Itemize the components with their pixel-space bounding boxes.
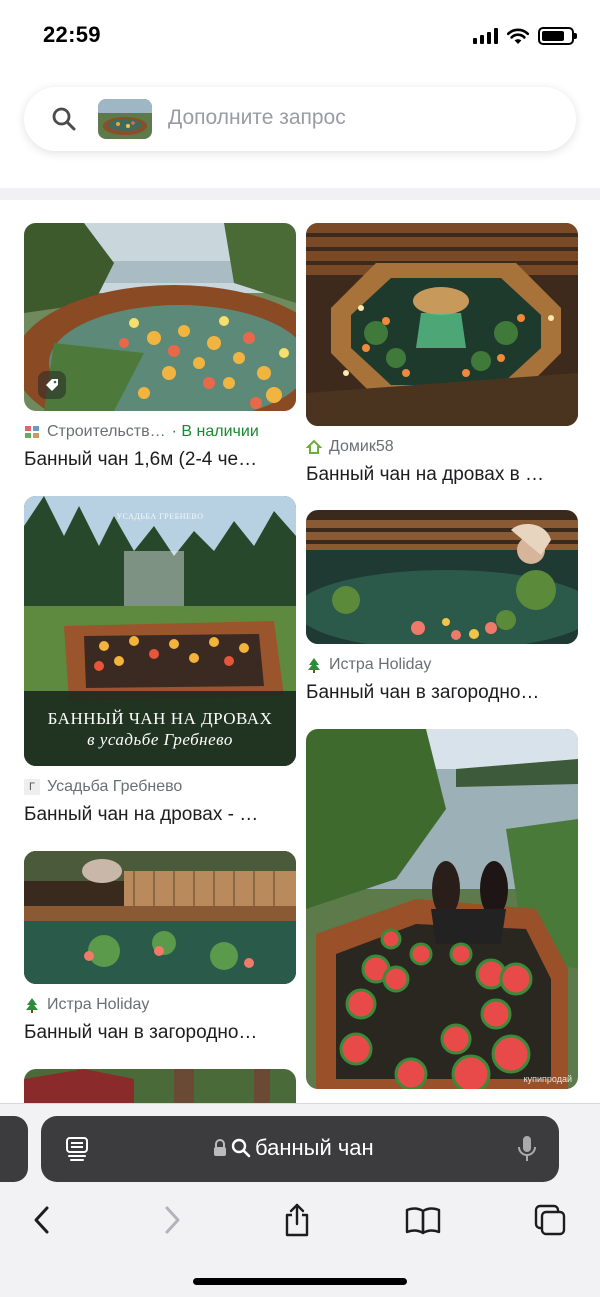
section-divider [0, 188, 600, 200]
image-overlay-title: БАННЫЙ ЧАН НА ДРОВАХ [47, 709, 273, 728]
house-icon [306, 439, 322, 455]
browser-bottom-bar: банный чан [0, 1103, 600, 1297]
result-title[interactable]: Банный чан на дровах - … [24, 804, 296, 826]
chevron-left-icon [34, 1206, 49, 1234]
result-card[interactable]: Строительств… · В наличии Банный чан 1,6… [24, 223, 296, 471]
image-overlay-subtitle: в усадьбе Гребнево [87, 730, 233, 749]
result-card[interactable]: Истра Holiday Банный чан в загородно… [306, 510, 578, 704]
search-box[interactable]: Дополните запрос [24, 87, 576, 151]
source-name: Строительств… [47, 423, 166, 440]
lock-icon [214, 1139, 226, 1156]
source-name: Домик58 [329, 438, 394, 455]
query-image-thumbnail[interactable] [98, 99, 152, 139]
result-card[interactable]: Истра Holiday Банный чан в загородно… [24, 851, 296, 1044]
share-icon [285, 1203, 309, 1237]
status-time: 22:59 [43, 22, 101, 47]
result-card[interactable]: купипродай [306, 729, 578, 1089]
home-indicator[interactable] [193, 1278, 407, 1285]
forward-button[interactable] [154, 1202, 190, 1238]
letter-g-icon: Г [24, 779, 40, 795]
stock-status: · В наличии [171, 423, 259, 440]
result-source: Г Усадьба Гребнево [24, 777, 296, 797]
search-icon [52, 107, 76, 131]
result-title[interactable]: Банный чан в загородно… [24, 1022, 296, 1044]
result-image[interactable] [306, 510, 578, 644]
cellular-signal-icon [473, 28, 498, 44]
tab-overview-icon[interactable] [65, 1136, 89, 1162]
store-icon [24, 424, 40, 440]
result-title[interactable]: Банный чан на дровах в … [306, 464, 578, 486]
result-source: Строительств… · В наличии [24, 422, 296, 442]
source-name: Истра Holiday [47, 996, 150, 1013]
source-name: Истра Holiday [329, 656, 432, 673]
bookmarks-button[interactable] [405, 1202, 441, 1238]
search-placeholder: Дополните запрос [168, 106, 346, 129]
image-overlay-logo: УСАДЬБА ГРЕБНЕВО [116, 512, 204, 521]
result-image[interactable] [306, 223, 578, 426]
tabs-icon [534, 1204, 566, 1236]
result-source: Истра Holiday [24, 995, 296, 1015]
address-text-group[interactable]: банный чан [213, 1135, 374, 1161]
result-title[interactable]: Банный чан 1,6м (2-4 че… [24, 449, 296, 471]
tag-icon [38, 371, 66, 399]
image-watermark: купипродай [523, 1074, 572, 1084]
status-bar: 22:59 [0, 0, 600, 72]
result-card[interactable]: Домик58 Банный чан на дровах в … [306, 223, 578, 486]
share-button[interactable] [279, 1202, 315, 1238]
address-text: банный чан [255, 1135, 374, 1160]
status-icons [473, 26, 577, 46]
source-name: Усадьба Гребнево [47, 778, 183, 795]
chevron-right-icon [165, 1206, 180, 1234]
result-source: Истра Holiday [306, 655, 578, 675]
microphone-icon[interactable] [517, 1134, 537, 1164]
browser-toolbar [0, 1196, 600, 1246]
back-button[interactable] [24, 1202, 60, 1238]
result-image[interactable] [24, 223, 296, 411]
result-source: Домик58 [306, 437, 578, 457]
result-image[interactable] [24, 851, 296, 984]
battery-icon [538, 27, 577, 45]
wifi-icon [506, 28, 530, 44]
search-icon [231, 1138, 251, 1158]
tree-icon [24, 997, 40, 1013]
previous-tab-peek[interactable] [0, 1116, 28, 1182]
result-image[interactable]: купипродай [306, 729, 578, 1089]
tabs-button[interactable] [532, 1202, 568, 1238]
tree-icon [306, 657, 322, 673]
result-card[interactable]: УСАДЬБА ГРЕБНЕВО БАННЫЙ ЧАН НА ДРОВАХ в … [24, 496, 296, 826]
address-bar[interactable]: банный чан [41, 1116, 559, 1182]
result-title[interactable]: Банный чан в загородно… [306, 682, 578, 704]
result-image[interactable]: УСАДЬБА ГРЕБНЕВО БАННЫЙ ЧАН НА ДРОВАХ в … [24, 496, 296, 766]
book-icon [405, 1207, 441, 1235]
